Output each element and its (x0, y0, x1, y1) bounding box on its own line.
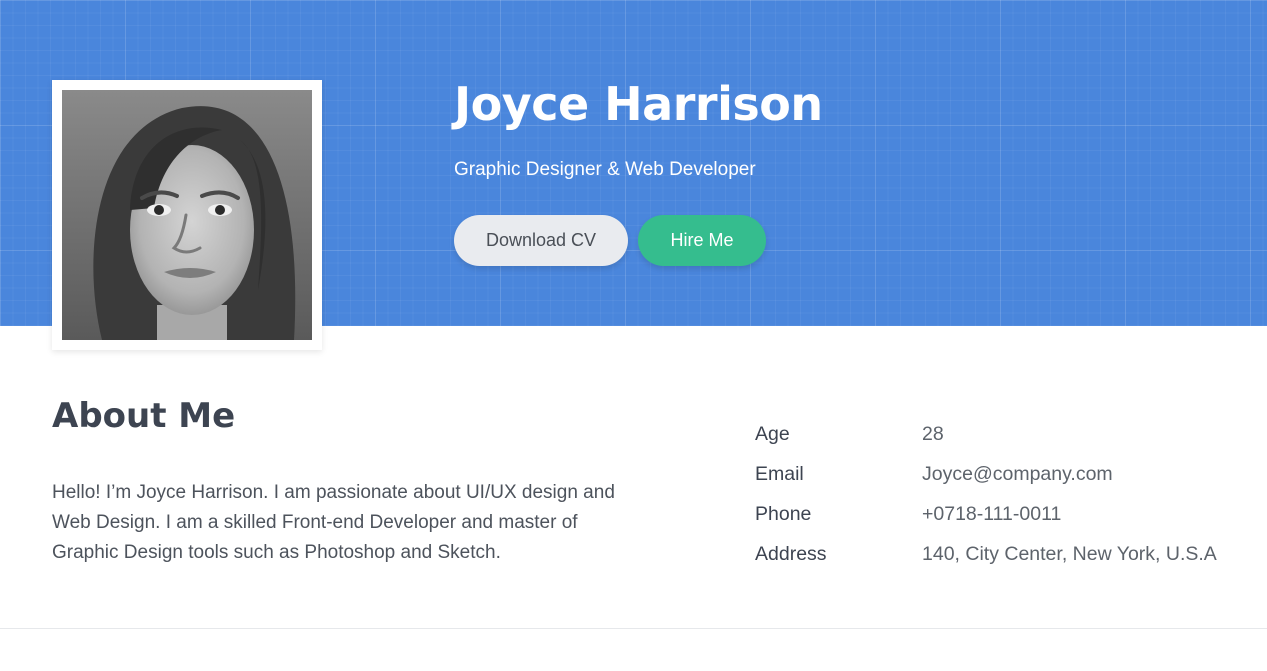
info-label: Phone (755, 502, 812, 525)
personal-info-table: Age 28 Email Joyce@company.com Phone +07… (755, 414, 1217, 574)
info-row-age: Age 28 (755, 414, 1217, 454)
profile-photo (62, 90, 312, 340)
info-row-address: Address 140, City Center, New York, U.S.… (755, 534, 1217, 574)
info-label: Email (755, 462, 804, 485)
info-row-email: Email Joyce@company.com (755, 454, 1217, 494)
hire-me-button[interactable]: Hire Me (638, 215, 766, 266)
profile-name: Joyce Harrison (454, 77, 823, 131)
resume-page: Joyce Harrison Graphic Designer & Web De… (0, 0, 1267, 671)
info-value: 28 (922, 422, 944, 445)
info-value: +0718-111-0011 (922, 502, 1062, 525)
info-label: Address (755, 542, 827, 565)
info-value: 140, City Center, New York, U.S.A (922, 542, 1217, 565)
profile-photo-frame (52, 80, 322, 350)
info-row-phone: Phone +0718-111-0011 (755, 494, 1217, 534)
section-divider (0, 628, 1267, 629)
info-value: Joyce@company.com (922, 462, 1113, 485)
about-text: Hello! I’m Joyce Harrison. I am passiona… (52, 482, 615, 563)
profile-role: Graphic Designer & Web Developer (454, 159, 756, 180)
about-title: About Me (52, 396, 236, 436)
info-label: Age (755, 422, 790, 445)
download-cv-button[interactable]: Download CV (454, 215, 628, 266)
